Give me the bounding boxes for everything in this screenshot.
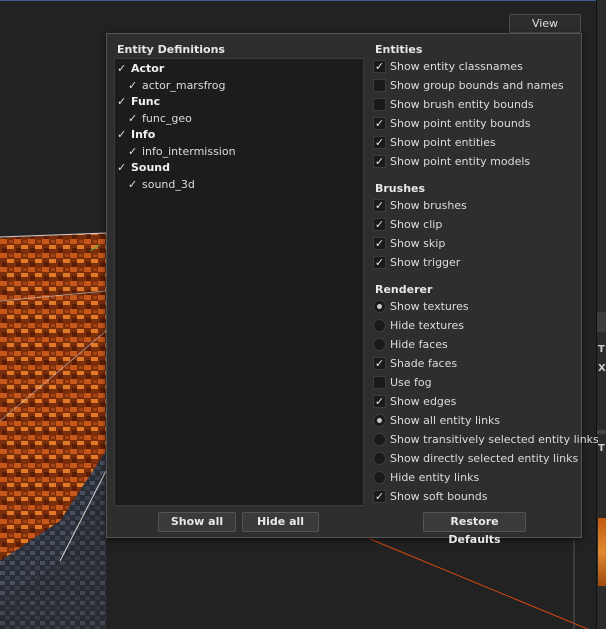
tree-item-label: sound_3d: [142, 178, 195, 191]
checkbox[interactable]: [373, 79, 386, 92]
option-label: Show brush entity bounds: [390, 98, 534, 111]
show-all-button[interactable]: Show all: [158, 512, 236, 532]
checkmark-icon[interactable]: ✓: [128, 177, 142, 193]
tree-item-label: actor_marsfrog: [142, 79, 226, 92]
side-panel-letter: T: [598, 344, 605, 355]
tree-item-label: info_intermission: [142, 145, 236, 158]
tree-item-info-intermission[interactable]: ✓ info_intermission: [128, 144, 236, 160]
checkbox[interactable]: ✓: [373, 218, 386, 231]
option-label: Show clip: [390, 218, 443, 231]
checkbox[interactable]: ✓: [373, 136, 386, 149]
tree-group-label: Info: [131, 128, 156, 141]
tree-item-label: func_geo: [142, 112, 192, 125]
side-panel-letter: X: [598, 363, 606, 374]
brushes-title: Brushes: [375, 182, 426, 195]
checkmark-icon[interactable]: ✓: [128, 78, 142, 94]
option-label: Show all entity links: [390, 414, 501, 427]
entity-definitions-tree[interactable]: ✓ Actor ✓ actor_marsfrog ✓ Func ✓ func_geo ✓…: [114, 58, 364, 506]
view-options-button[interactable]: View Options: [509, 14, 581, 47]
side-panel-letter: T: [598, 443, 605, 454]
checkmark-icon[interactable]: ✓: [117, 94, 131, 110]
option-label: Show point entity models: [390, 155, 531, 168]
hide-all-button[interactable]: Hide all: [242, 512, 319, 532]
tree-item-func-geo[interactable]: ✓ func_geo: [128, 111, 192, 127]
checkmark-icon[interactable]: ✓: [128, 111, 142, 127]
option-label: Show trigger: [390, 256, 461, 269]
checkbox[interactable]: ✓: [373, 237, 386, 250]
radio-button[interactable]: [373, 300, 386, 313]
radio-button[interactable]: [373, 433, 386, 446]
option-label: Shade faces: [390, 357, 458, 370]
radio-button[interactable]: [373, 319, 386, 332]
option-label: Show skip: [390, 237, 446, 250]
checkmark-icon[interactable]: ✓: [128, 144, 142, 160]
tree-group-actor[interactable]: ✓ Actor: [117, 61, 164, 77]
restore-defaults-button[interactable]: Restore Defaults: [423, 512, 526, 546]
checkbox[interactable]: ✓: [373, 60, 386, 73]
tree-group-sound[interactable]: ✓ Sound: [117, 160, 170, 176]
checkmark-icon[interactable]: ✓: [117, 127, 131, 143]
option-label: Show textures: [390, 300, 469, 313]
checkbox[interactable]: [373, 376, 386, 389]
side-panel: T X T: [596, 0, 606, 629]
option-label: Show point entity bounds: [390, 117, 531, 130]
checkbox[interactable]: ✓: [373, 490, 386, 503]
checkbox[interactable]: ✓: [373, 199, 386, 212]
option-label: Show brushes: [390, 199, 467, 212]
option-label: Show soft bounds: [390, 490, 488, 503]
view-options-popup: Entity Definitions ✓ Actor ✓ actor_marsfro…: [106, 33, 599, 546]
checkbox[interactable]: ✓: [373, 395, 386, 408]
tree-item-sound-3d[interactable]: ✓ sound_3d: [128, 177, 195, 193]
radio-button[interactable]: [373, 471, 386, 484]
entity-definitions-title: Entity Definitions: [117, 43, 225, 56]
option-label: Show edges: [390, 395, 457, 408]
option-label: Hide textures: [390, 319, 465, 332]
entities-title: Entities: [375, 43, 423, 56]
option-label: Show entity classnames: [390, 60, 523, 73]
checkbox[interactable]: ✓: [373, 256, 386, 269]
texture-thumbnail[interactable]: [598, 518, 606, 586]
option-label: Show directly selected entity links: [390, 452, 579, 465]
tree-group-label: Sound: [131, 161, 171, 174]
checkbox[interactable]: ✓: [373, 155, 386, 168]
options-column: Entities ✓ Show entity classnames Show gr…: [371, 34, 599, 546]
renderer-title: Renderer: [375, 283, 433, 296]
tree-group-func[interactable]: ✓ Func: [117, 94, 160, 110]
option-label: Show transitively selected entity links: [390, 433, 599, 446]
checkmark-icon[interactable]: ✓: [117, 61, 131, 77]
option-label: Use fog: [390, 376, 432, 389]
checkmark-icon[interactable]: ✓: [117, 160, 131, 176]
tree-group-label: Actor: [131, 62, 165, 75]
option-label: Hide faces: [390, 338, 448, 351]
radio-button[interactable]: [373, 338, 386, 351]
radio-button[interactable]: [373, 452, 386, 465]
checkbox[interactable]: ✓: [373, 357, 386, 370]
option-label: Hide entity links: [390, 471, 480, 484]
tree-group-label: Func: [131, 95, 161, 108]
tree-item-actor-marsfrog[interactable]: ✓ actor_marsfrog: [128, 78, 225, 94]
option-label: Show group bounds and names: [390, 79, 564, 92]
checkbox[interactable]: [373, 98, 386, 111]
tree-group-info[interactable]: ✓ Info: [117, 127, 155, 143]
checkbox[interactable]: ✓: [373, 117, 386, 130]
option-label: Show point entities: [390, 136, 496, 149]
radio-button[interactable]: [373, 414, 386, 427]
